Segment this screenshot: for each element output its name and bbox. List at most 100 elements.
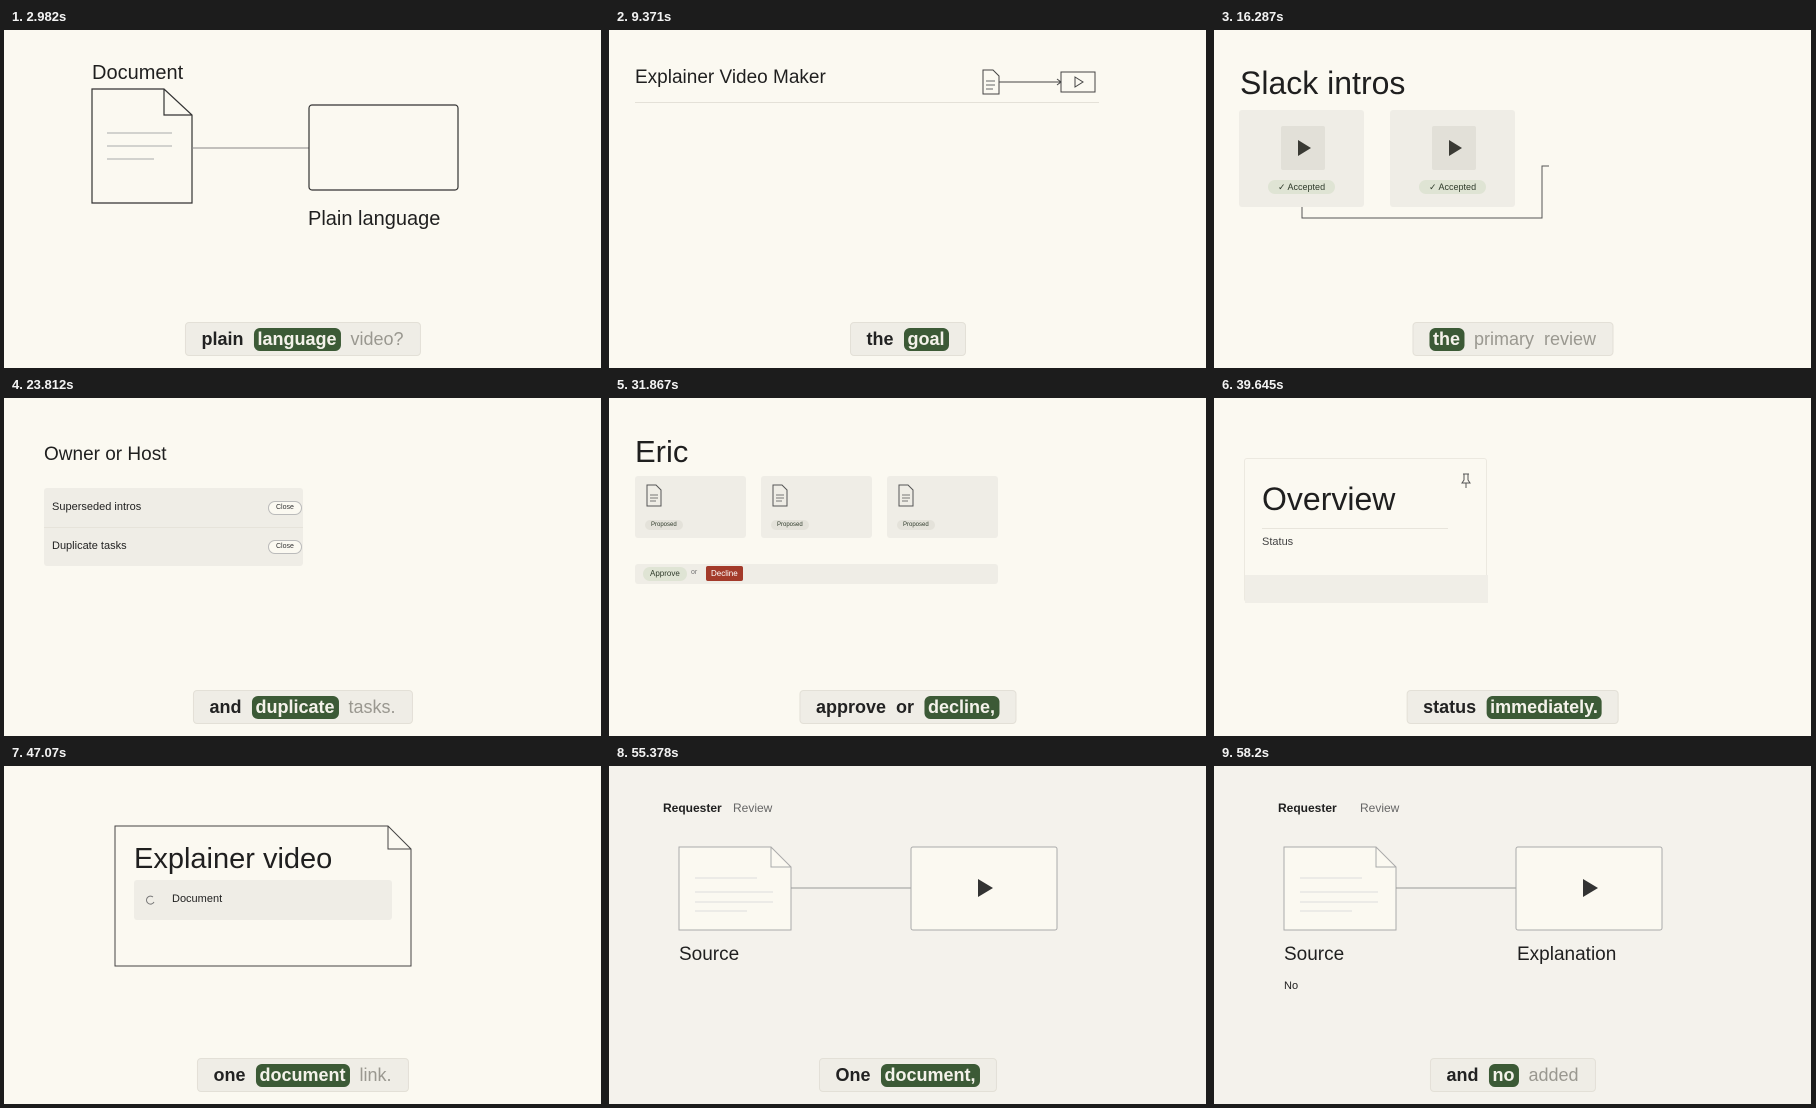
page-title: Eric xyxy=(635,434,689,469)
proposal-card[interactable]: Proposed xyxy=(887,476,998,538)
approve-button[interactable]: Approve xyxy=(643,567,687,581)
tab-requester[interactable]: Requester xyxy=(663,801,722,815)
frame-timestamp: 5. 31.867s xyxy=(605,368,1210,398)
flow-diagram xyxy=(91,88,459,204)
list-item: Superseded intros xyxy=(52,501,142,513)
caption-word: status xyxy=(1423,696,1477,717)
frame-timestamp: 2. 9.371s xyxy=(605,0,1210,30)
frame-canvas: Document Plain language plain language vid… xyxy=(4,30,601,368)
task-list: Superseded intros Close Duplicate tasks … xyxy=(44,488,303,566)
caption: approve or decline, xyxy=(798,690,1017,724)
field-label: Document xyxy=(172,893,223,905)
frame-timestamp: 3. 16.287s xyxy=(1210,0,1815,30)
caption-word: video? xyxy=(350,328,404,349)
caption: the goal xyxy=(849,322,966,356)
caption-word: plain xyxy=(201,328,244,349)
frame-timestamp: 4. 23.812s xyxy=(0,368,605,398)
pin-icon[interactable] xyxy=(1459,473,1473,489)
explanation-label: Explanation xyxy=(1517,944,1617,965)
caption-word: tasks. xyxy=(348,696,396,717)
overview-card: Overview Status xyxy=(1244,458,1488,603)
proposal-card[interactable]: Proposed xyxy=(635,476,746,538)
status-badge: Proposed xyxy=(771,520,809,530)
tab-review[interactable]: Review xyxy=(733,801,772,815)
action-bar: Approve or Decline xyxy=(635,564,998,584)
frame-7: 7. 47.07s Explainer video Document one do… xyxy=(0,736,605,1104)
note-text: No xyxy=(1284,980,1299,992)
frame-canvas: Explainer Video Maker the goal xyxy=(609,30,1206,368)
output-label: Plain language xyxy=(308,208,441,230)
frame-timestamp: 1. 2.982s xyxy=(0,0,605,30)
frame-timestamp: 9. 58.2s xyxy=(1210,736,1815,766)
caption-word: the xyxy=(866,328,894,349)
card-title: Overview xyxy=(1262,481,1396,517)
frame-grid: 1. 2.982s Document Plain language plain l… xyxy=(0,0,1816,1108)
caption-word: approve xyxy=(815,696,886,717)
caption-word: and xyxy=(209,696,242,717)
flow-diagram xyxy=(1283,846,1663,931)
document-label: Document xyxy=(92,62,184,84)
page-title: Explainer Video Maker xyxy=(635,67,826,88)
tab-requester[interactable]: Requester xyxy=(1278,801,1337,815)
caption-word: the xyxy=(1428,327,1464,351)
caption-word: one xyxy=(213,1064,246,1085)
frame-9: 9. 58.2s Requester Review Source Explana… xyxy=(1210,736,1815,1104)
source-label: Source xyxy=(1284,944,1345,965)
list-item: Duplicate tasks xyxy=(52,540,127,552)
frame-canvas: Overview Status status immediately. xyxy=(1214,398,1811,736)
document-field[interactable]: Document xyxy=(134,880,392,920)
caption-word: goal xyxy=(903,327,949,351)
frame-canvas: Requester Review Source One document, xyxy=(609,766,1206,1104)
frame-canvas: Eric Proposed Proposed Proposed Approve … xyxy=(609,398,1206,736)
caption-word: immediately. xyxy=(1486,695,1602,719)
frame-8: 8. 55.378s Requester Review Source One do… xyxy=(605,736,1210,1104)
caption-word: One xyxy=(835,1064,871,1085)
frame-canvas: Owner or Host Superseded intros Close Du… xyxy=(4,398,601,736)
frame-timestamp: 6. 39.645s xyxy=(1210,368,1815,398)
caption-word: no xyxy=(1488,1063,1519,1087)
caption-word: link. xyxy=(359,1064,392,1085)
caption-word: document xyxy=(255,1063,350,1087)
status-label: Status xyxy=(1262,536,1294,548)
caption: plain language video? xyxy=(184,322,421,356)
frame-timestamp: 7. 47.07s xyxy=(0,736,605,766)
decline-button[interactable]: Decline xyxy=(706,566,743,581)
frame-timestamp: 8. 55.378s xyxy=(605,736,1210,766)
caption: status immediately. xyxy=(1406,690,1619,724)
document-icon xyxy=(646,484,662,507)
caption: and duplicate tasks. xyxy=(192,690,413,724)
loading-icon xyxy=(146,895,155,905)
close-button[interactable]: Close xyxy=(268,540,302,554)
frame-canvas: Explainer video Document one document link… xyxy=(4,766,601,1104)
frame-6: 6. 39.645s Overview Status status immedia… xyxy=(1210,368,1815,736)
proposal-card[interactable]: Proposed xyxy=(761,476,872,538)
caption-word: decline, xyxy=(924,695,1000,719)
frame-2: 2. 9.371s Explainer Video Maker the goal xyxy=(605,0,1210,368)
frame-1: 1. 2.982s Document Plain language plain l… xyxy=(0,0,605,368)
caption: and no added xyxy=(1429,1058,1596,1092)
document-icon xyxy=(772,484,788,507)
source-label: Source xyxy=(679,944,740,965)
caption-word: review xyxy=(1544,328,1597,349)
frame-canvas: Requester Review Source Explanation No a… xyxy=(1214,766,1811,1104)
caption-word: document, xyxy=(880,1063,980,1087)
frame-5: 5. 31.867s Eric Proposed Proposed Propos… xyxy=(605,368,1210,736)
caption: the primary review xyxy=(1411,322,1614,356)
divider xyxy=(635,102,1099,103)
caption: One document, xyxy=(818,1058,997,1092)
divider xyxy=(1262,528,1448,529)
caption-word: or xyxy=(896,696,914,717)
tab-review[interactable]: Review xyxy=(1360,801,1399,815)
page-title: Owner or Host xyxy=(44,444,167,465)
card-title: Explainer video xyxy=(134,843,333,875)
frame-canvas: Slack intros ✓ Accepted ✓ Accepted the pr… xyxy=(1214,30,1811,368)
caption-word: duplicate xyxy=(251,695,339,719)
or-label: or xyxy=(691,569,698,576)
frame-4: 4. 23.812s Owner or Host Superseded intr… xyxy=(0,368,605,736)
close-button[interactable]: Close xyxy=(268,501,302,515)
status-badge: Proposed xyxy=(645,520,683,530)
card-footer xyxy=(1245,575,1488,603)
status-badge: Proposed xyxy=(897,520,935,530)
connector-line xyxy=(1301,165,1549,219)
divider xyxy=(44,527,303,528)
